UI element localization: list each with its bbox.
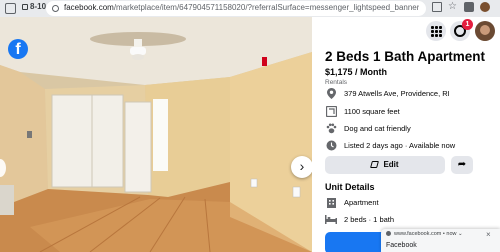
unit-type: Apartment: [325, 195, 379, 209]
pencil-icon: [370, 161, 380, 168]
chevron-right-icon: ›: [299, 158, 305, 174]
notification-meta: www.facebook.com • now ⌄: [386, 231, 463, 237]
detail-address[interactable]: 379 Atwells Ave, Providence, RI: [325, 86, 450, 100]
edit-button[interactable]: Edit: [325, 156, 445, 174]
listing-category[interactable]: Rentals: [325, 79, 347, 86]
chevron-down-icon[interactable]: ⌄: [458, 231, 463, 237]
chrome-icon: [386, 231, 391, 236]
tabs-icon: [22, 4, 28, 10]
location-pin-icon: [325, 87, 337, 99]
browser-actions: ☆: [432, 2, 490, 12]
tab-search-icon[interactable]: [5, 3, 16, 14]
close-icon[interactable]: ×: [486, 230, 491, 239]
listing-details-panel: 1 2 Beds 1 Bath Apartment $1,175 / Month…: [312, 17, 500, 252]
listing-title: 2 Beds 1 Bath Apartment: [325, 49, 486, 64]
facebook-top-bar: 1: [312, 17, 500, 45]
share-button[interactable]: ➦: [451, 156, 473, 174]
menu-button[interactable]: [426, 21, 446, 41]
clock-icon: [325, 139, 337, 151]
detail-square-feet: 1100 square feet: [325, 104, 400, 118]
facebook-logo-icon[interactable]: f: [8, 39, 28, 59]
cast-icon[interactable]: [432, 2, 442, 12]
extensions-icon[interactable]: [464, 2, 474, 12]
notification-badge: 1: [462, 19, 473, 30]
tab-count[interactable]: 8-10: [22, 2, 46, 11]
building-icon: [325, 196, 337, 208]
share-icon: ➦: [457, 159, 467, 170]
detail-listed-time: Listed 2 days ago · Available now: [325, 138, 455, 152]
browser-notification[interactable]: www.facebook.com • now ⌄ Facebook ×: [381, 229, 500, 252]
unit-beds-baths: 2 beds · 1 bath: [325, 212, 394, 226]
site-info-icon[interactable]: [52, 5, 59, 12]
listing-price: $1,175 / Month: [325, 67, 388, 77]
bed-icon: [325, 213, 337, 225]
next-photo-button[interactable]: ›: [291, 156, 312, 178]
paw-icon: [325, 122, 337, 134]
detail-pets: Dog and cat friendly: [325, 121, 411, 135]
unit-details-heading: Unit Details: [325, 182, 375, 192]
room-image: [0, 17, 312, 252]
browser-toolbar: 8-10 facebook.com/marketplace/item/64790…: [0, 0, 500, 17]
listing-photo[interactable]: f ›: [0, 17, 312, 252]
notification-title: Facebook: [386, 242, 417, 249]
url-text[interactable]: facebook.com/marketplace/item/6479045711…: [64, 3, 419, 12]
bookmark-star-icon[interactable]: ☆: [448, 2, 458, 12]
profile-avatar[interactable]: [480, 2, 490, 12]
account-avatar[interactable]: [475, 21, 495, 41]
address-bar[interactable]: facebook.com/marketplace/item/6479045711…: [46, 1, 426, 16]
ruler-icon: [325, 105, 337, 117]
